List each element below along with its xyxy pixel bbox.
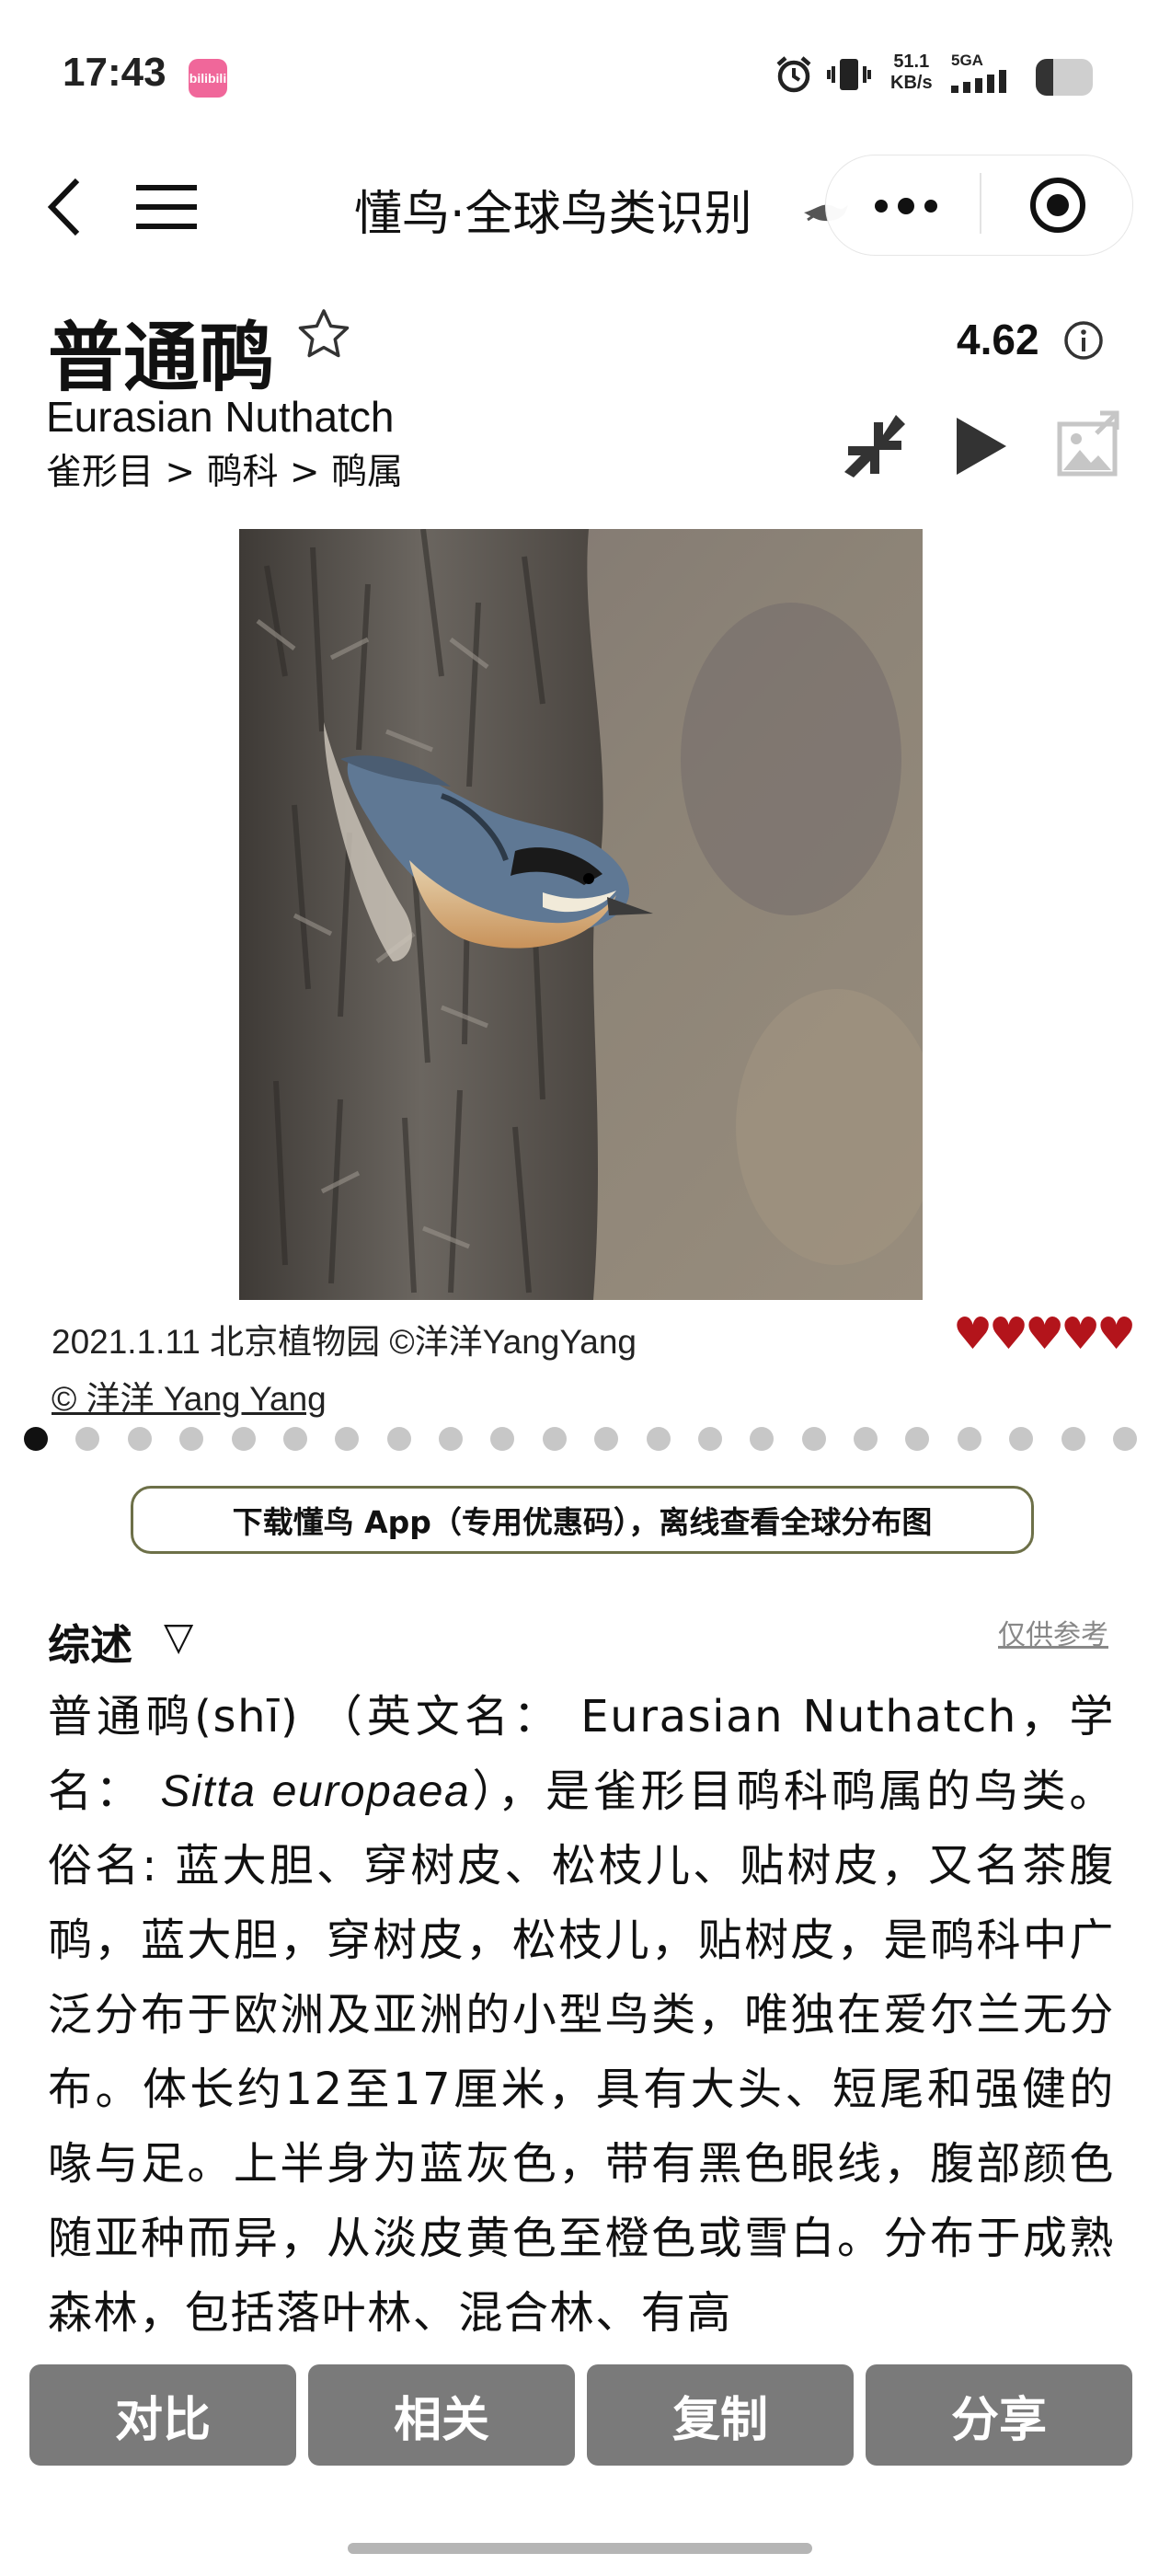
battery-fill bbox=[1036, 59, 1053, 96]
pagination-dot[interactable] bbox=[231, 1427, 256, 1451]
alarm-icon bbox=[773, 53, 815, 99]
photo-credit-link[interactable]: © 洋洋 Yang Yang bbox=[52, 1371, 327, 1420]
pagination-dot[interactable] bbox=[1009, 1427, 1034, 1451]
overview-text-part2: ），是雀形目䴓科䴓属的鸟类。俗名: 蓝大胆、穿树皮、松枝儿、贴树皮，又名茶腹䴓，… bbox=[48, 1765, 1115, 2339]
app-badge-label: bilibili bbox=[189, 71, 227, 86]
pagination-dot[interactable] bbox=[282, 1427, 307, 1451]
pagination-dot[interactable] bbox=[957, 1427, 981, 1451]
photo-caption: 2021.1.11 北京植物园 ©洋洋YangYang bbox=[52, 1323, 637, 1361]
pagination-dot[interactable] bbox=[750, 1427, 775, 1451]
capsule-divider bbox=[980, 173, 981, 234]
scientific-name: Sitta europaea bbox=[160, 1767, 471, 1816]
pagination-dot[interactable] bbox=[179, 1427, 204, 1451]
play-audio-button[interactable] bbox=[953, 414, 1010, 482]
compare-button[interactable]: 对比 bbox=[29, 2364, 296, 2466]
pagination-dot[interactable] bbox=[127, 1427, 152, 1451]
speed-value: 51.1 bbox=[893, 52, 930, 72]
bird-photo[interactable] bbox=[239, 529, 923, 1300]
pagination-dot[interactable] bbox=[697, 1427, 722, 1451]
pagination-dot[interactable] bbox=[386, 1427, 411, 1451]
photo-pagination[interactable] bbox=[24, 1427, 1137, 1451]
collapse-arrows-icon[interactable] bbox=[841, 411, 914, 489]
image-share-icon[interactable] bbox=[1056, 409, 1120, 481]
pagination-dot[interactable] bbox=[854, 1427, 878, 1451]
favorite-star-icon[interactable] bbox=[296, 307, 351, 364]
network-speed: 51.1 KB/s bbox=[890, 52, 933, 94]
share-button[interactable]: 分享 bbox=[866, 2364, 1132, 2466]
reference-link[interactable]: 仅供参考 bbox=[998, 1612, 1108, 1652]
pagination-dot[interactable] bbox=[801, 1427, 826, 1451]
species-name-en: Eurasian Nuthatch bbox=[46, 393, 395, 441]
signal-icon: 5GA bbox=[951, 52, 1017, 98]
pagination-dot[interactable] bbox=[905, 1427, 930, 1451]
pagination-dot[interactable] bbox=[646, 1427, 671, 1451]
photo-rating-hearts: ♥♥♥♥♥ bbox=[953, 1308, 1136, 1360]
overview-text: 普通䴓(shī) （英文名： Eurasian Nuthatch，学名： Sit… bbox=[48, 1680, 1115, 2351]
speed-unit: KB/s bbox=[890, 73, 933, 93]
related-button[interactable]: 相关 bbox=[308, 2364, 575, 2466]
pagination-dot[interactable] bbox=[542, 1427, 567, 1451]
pagination-dot[interactable] bbox=[490, 1427, 515, 1451]
menu-button[interactable] bbox=[136, 184, 197, 234]
back-button[interactable] bbox=[44, 175, 85, 243]
battery-icon bbox=[1036, 59, 1093, 96]
species-name-cn: 普通䴓 bbox=[48, 315, 275, 402]
status-time: 17:43 bbox=[63, 50, 166, 95]
species-score: 4.62 bbox=[957, 316, 1039, 363]
pagination-dot[interactable] bbox=[1112, 1427, 1137, 1451]
info-icon[interactable] bbox=[1063, 320, 1104, 364]
pagination-dot[interactable] bbox=[1061, 1427, 1085, 1451]
home-indicator[interactable] bbox=[348, 2543, 812, 2554]
copy-button[interactable]: 复制 bbox=[587, 2364, 854, 2466]
bilibili-app-icon: bilibili bbox=[189, 59, 227, 98]
network-type: 5GA bbox=[951, 52, 983, 69]
page-title: 懂鸟·全球鸟类识别 bbox=[354, 187, 752, 242]
download-app-banner[interactable]: 下载懂鸟 App（专用优惠码），离线查看全球分布图 bbox=[131, 1486, 1034, 1554]
close-mini-program-button[interactable] bbox=[1029, 177, 1086, 237]
pagination-dot[interactable] bbox=[335, 1427, 360, 1451]
more-options-button[interactable] bbox=[872, 197, 940, 219]
pagination-dot-active[interactable] bbox=[24, 1427, 48, 1451]
pagination-dot[interactable] bbox=[439, 1427, 463, 1451]
section-title: 综述 bbox=[48, 1620, 132, 1670]
pagination-dot[interactable] bbox=[594, 1427, 619, 1451]
section-toggle-icon[interactable]: ▽ bbox=[164, 1614, 193, 1659]
taxonomy-breadcrumb: 雀形目 > 䴓科 > 䴓属 bbox=[46, 452, 403, 493]
pagination-dot[interactable] bbox=[75, 1427, 100, 1451]
vibrate-icon bbox=[826, 53, 872, 99]
